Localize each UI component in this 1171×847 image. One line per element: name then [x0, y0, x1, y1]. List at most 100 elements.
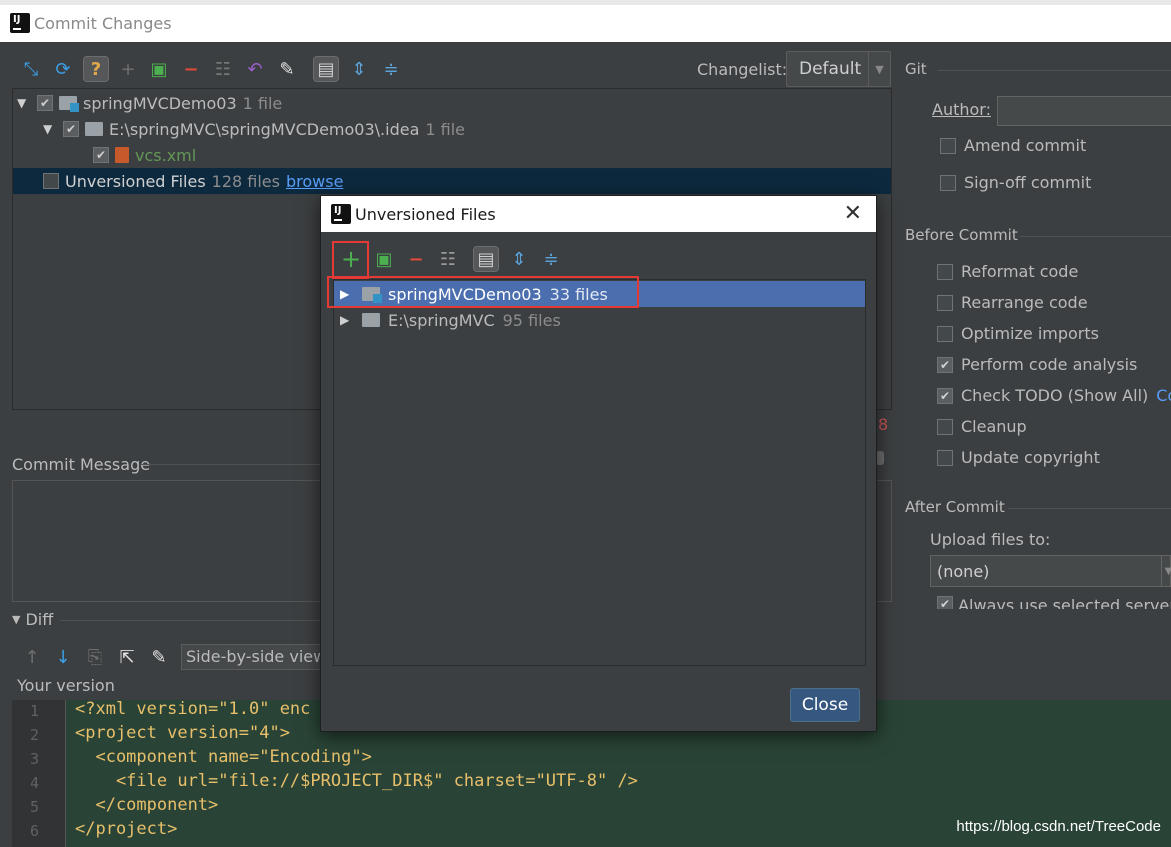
tree-item-label: E:\springMVC\springMVCDemo03\.idea: [109, 119, 420, 139]
close-icon[interactable]: ✕: [844, 201, 862, 226]
add-icon[interactable]: +: [116, 57, 140, 81]
option-label: Amend commit: [964, 136, 1087, 155]
checkbox[interactable]: [937, 449, 953, 466]
checkbox[interactable]: ✔: [937, 596, 953, 609]
chevron-down-icon: ▼: [1161, 556, 1171, 586]
line-number: 1: [30, 702, 40, 720]
expand-arrow-icon[interactable]: ▶: [340, 313, 354, 327]
changelist-value: Default: [799, 59, 862, 79]
checkbox[interactable]: [937, 418, 953, 435]
copy-icon[interactable]: ⎘: [83, 645, 107, 669]
option-label: Reformat code: [961, 262, 1079, 281]
checkbox[interactable]: ✔: [93, 147, 109, 163]
move-to-changelist-icon[interactable]: ⤡: [19, 57, 43, 81]
collapse-all-icon[interactable]: ≑: [379, 57, 403, 81]
expand-all-icon[interactable]: ⇕: [507, 247, 531, 271]
stray-digit: 8: [878, 415, 889, 434]
tree-row[interactable]: ✔ vcs.xml: [93, 142, 196, 168]
optimize-imports-checkbox[interactable]: Optimize imports: [937, 324, 1099, 343]
checkbox[interactable]: [940, 137, 956, 154]
checkbox[interactable]: ✔: [937, 387, 953, 404]
edit-source-icon[interactable]: ✎: [275, 57, 299, 81]
amend-commit-checkbox[interactable]: Amend commit: [940, 136, 1086, 155]
tree-item-count: 128 files: [211, 171, 280, 191]
open-in-editor-icon[interactable]: ⇱: [115, 645, 139, 669]
tree-row[interactable]: ▶ E:\springMVC 95 files: [334, 307, 865, 333]
expand-arrow-icon[interactable]: ▼: [43, 122, 57, 136]
signoff-commit-checkbox[interactable]: Sign-off commit: [940, 173, 1091, 192]
close-button[interactable]: Close: [790, 688, 860, 722]
option-label: Optimize imports: [961, 324, 1099, 343]
remove-icon[interactable]: −: [179, 57, 203, 81]
tree-row[interactable]: ▼ ✔ springMVCDemo03 1 file: [17, 90, 282, 116]
highlight-box: [332, 241, 369, 279]
folder-icon: [362, 313, 380, 327]
checkbox[interactable]: [940, 174, 956, 191]
author-label: Author:: [932, 100, 991, 119]
delete-icon[interactable]: −: [404, 247, 428, 271]
group-by-directory-icon[interactable]: ▤: [473, 246, 499, 272]
unversioned-files-tree: ▶ springMVCDemo03 33 files ▶ E:\springMV…: [333, 279, 866, 666]
line-gutter: 1 2 3 4 5 6: [12, 700, 66, 847]
code-analysis-checkbox[interactable]: ✔ Perform code analysis: [937, 355, 1137, 374]
update-copyright-checkbox[interactable]: Update copyright: [937, 448, 1100, 467]
checkbox[interactable]: [937, 325, 953, 342]
your-version-label: Your version: [17, 676, 115, 695]
browse-link[interactable]: browse: [286, 172, 343, 191]
option-label: Perform code analysis: [961, 355, 1138, 374]
viewer-select[interactable]: Side-by-side viewer: [181, 644, 326, 670]
show-unversioned-icon[interactable]: ?: [83, 56, 109, 82]
intellij-logo-icon: IJ: [8, 11, 30, 33]
checkbox[interactable]: ✔: [37, 95, 53, 111]
group-by-icon[interactable]: ▣: [372, 247, 396, 271]
tree-item-count: 1 file: [425, 119, 466, 139]
git-section-title: Git: [905, 60, 927, 78]
configure-link[interactable]: Cor: [1156, 386, 1171, 405]
always-use-server-option[interactable]: ✔ Always use selected server: [937, 596, 1171, 609]
group-by-icon[interactable]: ▣: [147, 57, 171, 81]
rollback-icon[interactable]: ↶: [243, 57, 267, 81]
expand-all-icon[interactable]: ⇕: [347, 57, 371, 81]
checkbox[interactable]: [937, 263, 953, 280]
ignore-icon[interactable]: ☷: [436, 247, 460, 271]
tree-row[interactable]: ▼ ✔ E:\springMVC\springMVCDemo03\.idea 1…: [43, 116, 465, 142]
watermark: https://blog.csdn.net/TreeCode: [956, 818, 1161, 835]
code-line: </component>: [75, 795, 219, 815]
dialog-title: Unversioned Files: [355, 205, 496, 224]
check-todo-checkbox[interactable]: ✔ Check TODO (Show All) Cor: [937, 386, 1171, 405]
author-field[interactable]: [997, 96, 1171, 126]
divider: [60, 620, 320, 621]
next-diff-icon[interactable]: ↓: [51, 645, 75, 669]
cleanup-checkbox[interactable]: Cleanup: [937, 417, 1027, 436]
tree-item-count: 95 files: [502, 310, 561, 330]
highlight-box: [327, 276, 639, 308]
tree-item-label: vcs.xml: [135, 145, 197, 165]
collapse-all-icon[interactable]: ≑: [539, 247, 563, 271]
option-label: Rearrange code: [961, 293, 1088, 312]
collapse-arrow-icon: ▼: [12, 613, 21, 626]
upload-select[interactable]: (none) ▼: [930, 555, 1171, 587]
edit-icon[interactable]: ✎: [147, 645, 171, 669]
checkbox[interactable]: [937, 294, 953, 311]
checkbox[interactable]: ✔: [63, 121, 79, 137]
reformat-code-checkbox[interactable]: Reformat code: [937, 262, 1078, 281]
tree-row[interactable]: Unversioned Files 128 files browse: [13, 168, 891, 194]
after-commit-title: After Commit: [905, 498, 1005, 516]
changelist-select[interactable]: Default ▼: [786, 51, 891, 87]
commit-message-label: Commit Message: [12, 455, 151, 474]
checkbox[interactable]: ✔: [937, 356, 953, 373]
option-label: Check TODO (Show All): [961, 386, 1149, 405]
rearrange-code-checkbox[interactable]: Rearrange code: [937, 293, 1088, 312]
upload-label: Upload files to:: [930, 530, 1051, 549]
prev-diff-icon[interactable]: ↑: [20, 645, 44, 669]
refresh-icon[interactable]: ⟳: [51, 57, 75, 81]
chevron-down-icon: ▼: [868, 52, 890, 86]
diff-toggle[interactable]: ▼ Diff: [12, 610, 53, 629]
tree-item-label: E:\springMVC: [388, 310, 495, 330]
option-label: Always use selected server: [958, 596, 1171, 609]
ignore-icon[interactable]: ☷: [211, 57, 235, 81]
expand-arrow-icon[interactable]: ▼: [17, 96, 31, 110]
group-by-directory-icon[interactable]: ▤: [313, 56, 339, 82]
checkbox[interactable]: [43, 173, 59, 189]
code-line: <component name="Encoding">: [75, 747, 372, 767]
